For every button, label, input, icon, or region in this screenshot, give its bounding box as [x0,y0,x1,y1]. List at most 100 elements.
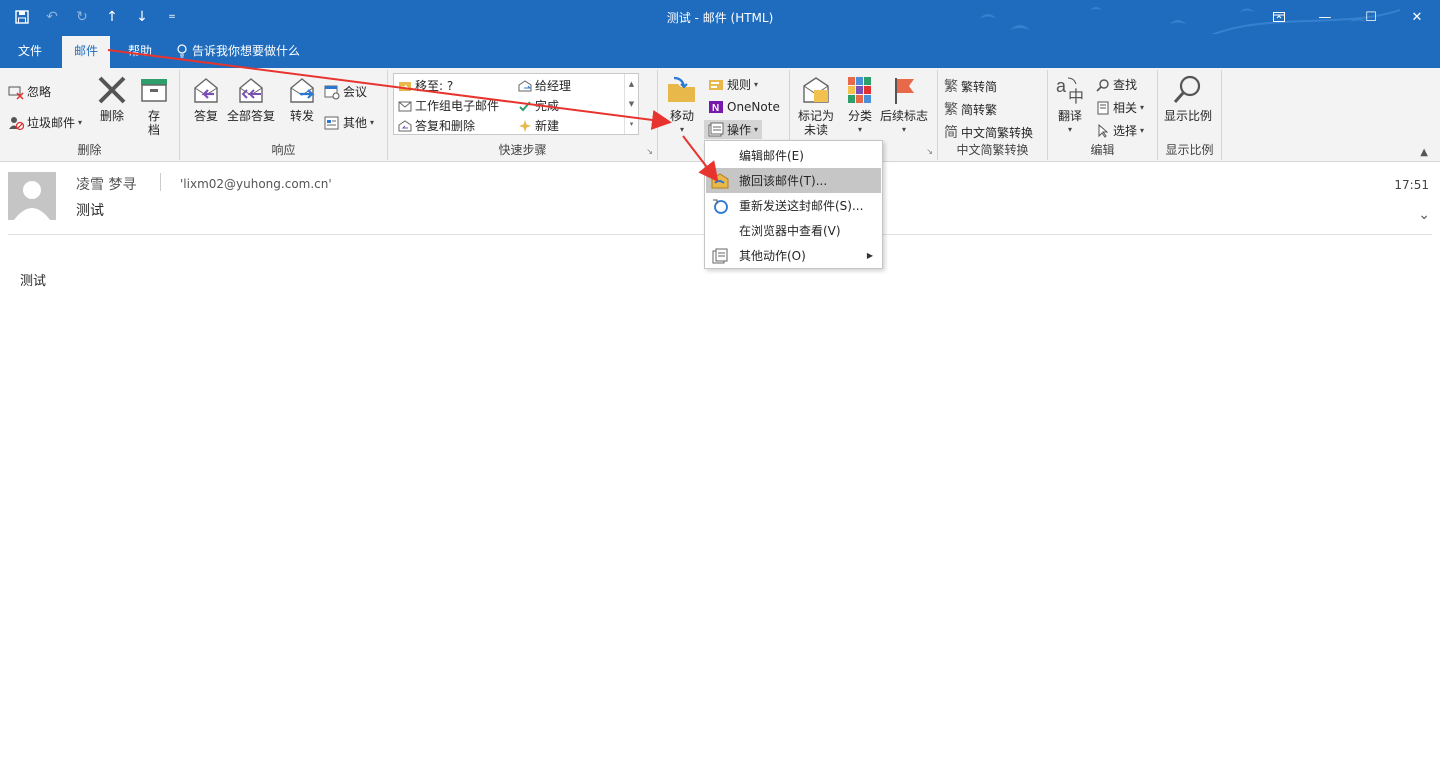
ribbon-display-options-icon[interactable] [1256,0,1302,34]
dialog-launcher-icon[interactable]: ↘ [926,147,933,156]
editing-group-label: 编辑 [1090,143,1115,157]
chevron-down-icon: ▾ [1140,103,1145,112]
menu-item-other-actions[interactable]: 其他动作(O) ▶ [706,243,881,268]
move-folder-icon [668,76,695,102]
translate-icon: a中 [1056,76,1084,106]
chevron-down-icon: ▾ [1067,125,1072,134]
quick-step-reply-delete[interactable]: 答复和删除 [398,117,475,134]
tab-help[interactable]: 帮助 [116,36,164,68]
quick-step-new[interactable]: 新建 [518,117,559,134]
actions-dropdown-menu: 编辑邮件(E) 撤回该邮件(T)... 重新发送这封邮件(S)... 在浏览器中… [704,140,883,269]
menu-item-view-in-browser[interactable]: 在浏览器中查看(V) [706,218,881,243]
onenote-button[interactable]: N OneNote [708,99,780,115]
title-bar: ↶ ↻ ↑ ↓ = 测试 - 邮件 (HTML) — ☐ ✕ [0,0,1440,61]
submenu-arrow-icon: ▶ [866,251,873,260]
delete-group-label: 删除 [77,143,102,157]
actions-button[interactable]: 操作 ▾ [704,120,763,139]
message-body: 测试 [20,274,47,289]
quick-step-done[interactable]: 完成 [518,97,559,114]
meeting-button[interactable]: 会议 [324,83,367,100]
resend-icon [711,197,729,215]
minimize-icon[interactable]: — [1302,0,1348,34]
reply-button[interactable]: 答复 [190,74,222,123]
quick-step-move-to[interactable]: 移至: ? [398,77,453,94]
mark-unread-icon [803,77,829,103]
archive-icon [141,79,167,102]
actions-icon [708,122,724,136]
chinese-group-label: 中文简繁转换 [956,143,1029,157]
forward-icon [290,78,315,103]
team-mail-icon [398,101,412,111]
reply-delete-icon [398,119,412,131]
tell-me-label: 告诉我你想要做什么 [192,44,301,58]
tab-file[interactable]: 文件 [6,36,54,68]
sender-email: 'lixm02@yuhong.com.cn' [180,177,332,191]
categorize-icon [848,77,871,103]
chevron-down-icon: ▾ [1140,126,1145,135]
to-traditional-button[interactable]: 繁 简转繁 [944,99,997,119]
meeting-icon [324,85,340,99]
mark-unread-button[interactable]: 标记为 未读 [798,74,834,137]
quick-step-team-email[interactable]: 工作组电子邮件 [398,97,499,114]
chevron-down-icon[interactable]: ⌄ [1418,207,1430,223]
message-time: 17:51 [1394,178,1429,192]
convert-char-icon: 简 [944,125,958,141]
delete-x-icon [98,76,126,104]
more-respond-button[interactable]: 其他 ▾ [324,114,374,131]
junk-button[interactable]: 垃圾邮件 ▾ [8,114,82,131]
chevron-down-icon: ▾ [78,118,83,127]
close-icon[interactable]: ✕ [1394,0,1440,34]
chevron-down-icon: ▾ [857,125,862,134]
traditional-char-icon: 繁 [944,79,958,95]
ignore-button[interactable]: 忽略 [8,83,51,100]
tell-me-box[interactable]: 告诉我你想要做什么 [176,36,300,66]
to-simplified-button[interactable]: 繁 繁转简 [944,76,997,96]
lightbulb-icon [177,44,187,58]
expand-gallery-icon[interactable]: ▾ [630,114,634,134]
related-button[interactable]: 相关 ▾ [1096,99,1144,116]
chinese-convert-button[interactable]: 简 中文简繁转换 [944,122,1033,142]
svg-text:a: a [1056,76,1067,96]
chevron-down-icon: ▾ [754,125,759,134]
delete-button[interactable]: 删除 [96,74,128,123]
select-button[interactable]: 选择 ▾ [1096,122,1144,139]
quick-steps-scroll[interactable]: ▲ ▼ ▾ [624,74,638,134]
scroll-down-icon[interactable]: ▼ [629,94,634,114]
reply-icon [194,78,218,103]
editing-group: a中 翻译 ▾ 查找 相关 ▾ 选择 ▾ 编辑 [1048,70,1158,160]
quick-step-to-manager[interactable]: 给经理 [518,77,571,94]
move-button[interactable]: 移动 ▾ [666,74,698,137]
find-button[interactable]: 查找 [1096,76,1137,93]
translate-button[interactable]: a中 翻译 ▾ [1054,74,1086,137]
rules-icon [709,79,723,90]
menu-item-resend-message[interactable]: 重新发送这封邮件(S)... [706,193,881,218]
categorize-button[interactable]: 分类 ▾ [844,74,876,137]
forward-button[interactable]: 转发 [286,74,318,123]
collapse-ribbon-icon[interactable]: ▲ [1420,147,1428,158]
onenote-icon: N [709,101,723,114]
tab-mail[interactable]: 邮件 [62,36,111,68]
follow-up-button[interactable]: 后续标志 ▾ [880,74,928,137]
flag-icon [895,78,914,104]
dialog-launcher-icon[interactable]: ↘ [646,147,653,156]
archive-button[interactable]: 存 档 [138,74,170,137]
forward-mail-icon [518,79,532,91]
zoom-button[interactable]: 显示比例 [1164,74,1212,123]
sender-name[interactable]: 凌雪 梦寻 [76,174,136,194]
menu-item-edit-message[interactable]: 编辑邮件(E) [706,143,881,168]
respond-group: 答复 全部答复 转发 会议 其他 ▾ 响应 [180,70,388,160]
quick-steps-gallery: 移至: ? 给经理 工作组电子邮件 完成 答复和删除 新建 ▲ ▼ ▾ [393,73,639,135]
menu-item-recall-message[interactable]: 撤回该邮件(T)... [706,168,881,193]
reply-all-button[interactable]: 全部答复 [227,74,275,123]
window-title: 测试 - 邮件 (HTML) [666,11,774,25]
rules-button[interactable]: 规则 ▾ [708,76,758,93]
message-subject: 测试 [76,203,104,219]
quick-steps-group: 移至: ? 给经理 工作组电子邮件 完成 答复和删除 新建 ▲ ▼ ▾ 快速步骤… [388,70,658,160]
magnifier-icon [1173,75,1201,103]
quick-steps-label: 快速步骤 [498,143,547,157]
related-icon [1097,101,1109,114]
ribbon-tab-bar: 文件 邮件 帮助 告诉我你想要做什么 [0,34,1440,68]
scroll-up-icon[interactable]: ▲ [629,74,634,94]
recall-icon [711,172,729,190]
maximize-icon[interactable]: ☐ [1348,0,1394,34]
